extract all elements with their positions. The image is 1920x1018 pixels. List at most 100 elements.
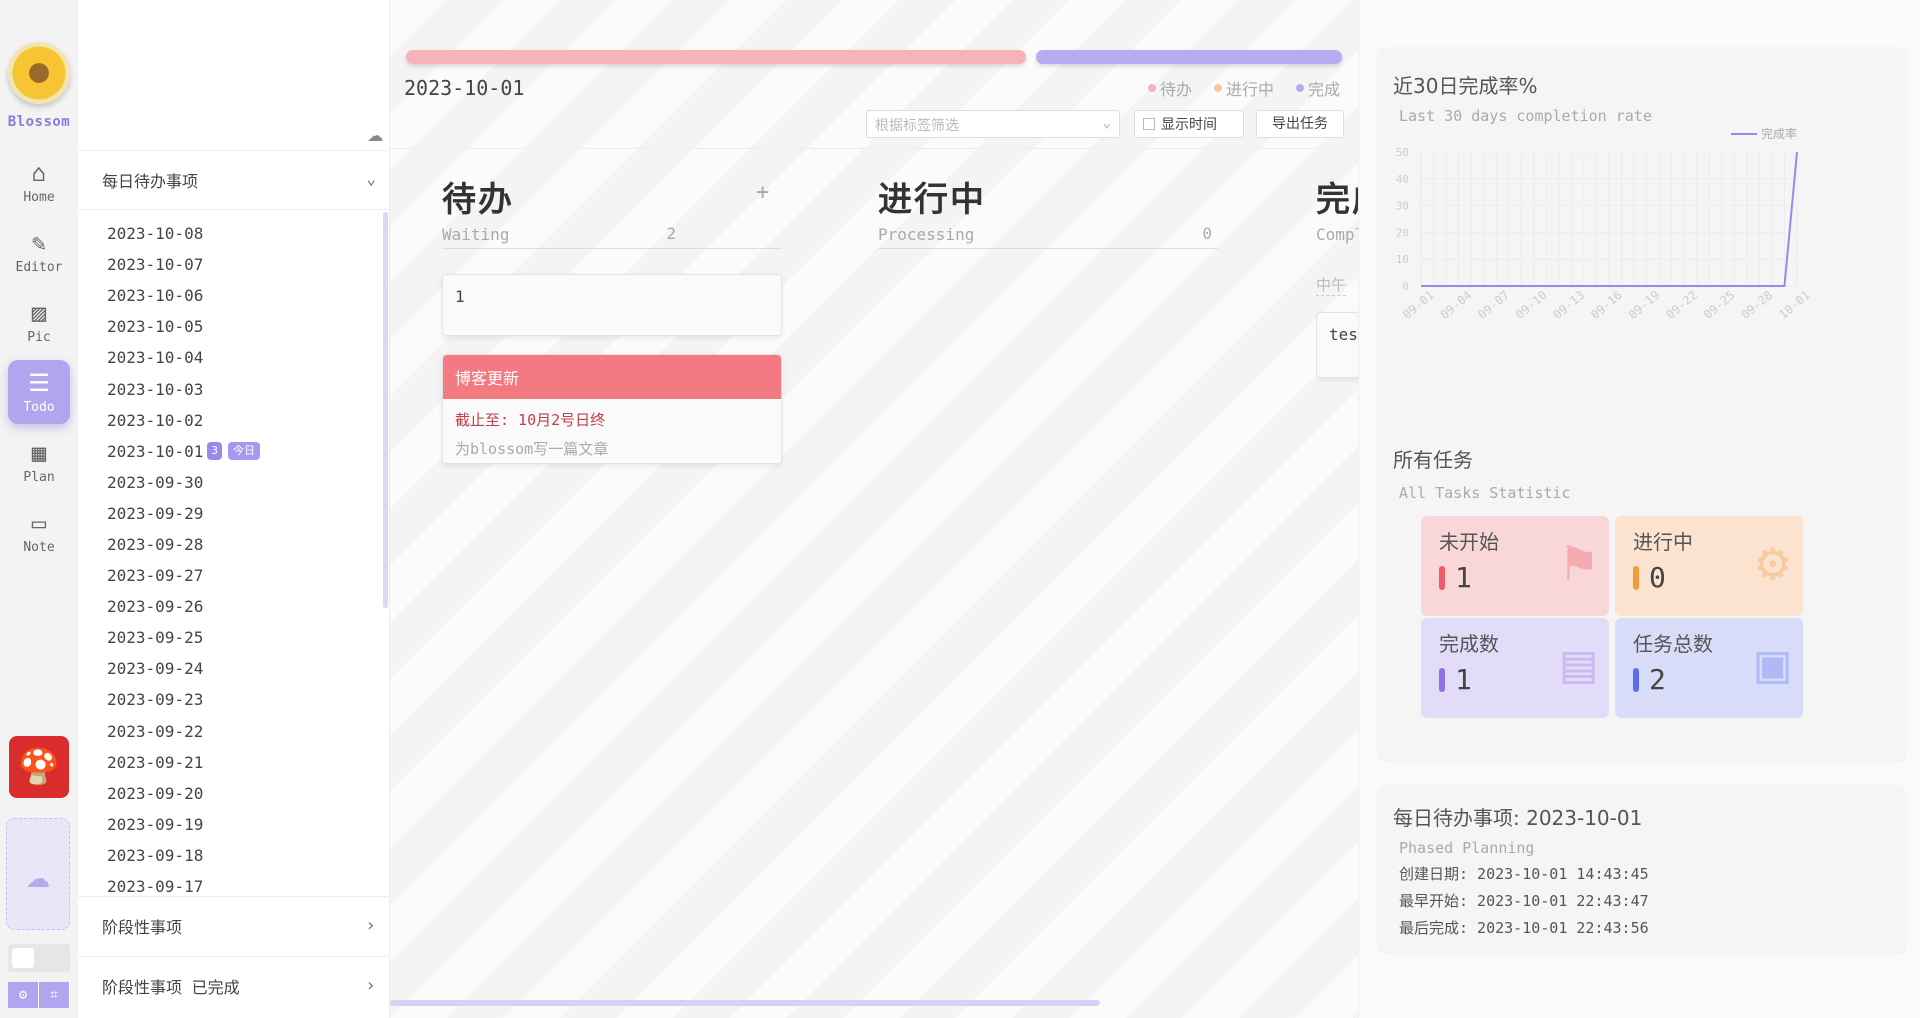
show-time-checkbox[interactable]: 显示时间 xyxy=(1134,110,1244,138)
today-badge: 今日 xyxy=(227,442,260,461)
nav-item-label: Note xyxy=(23,539,55,555)
column-divider xyxy=(878,248,1218,249)
legend-dot xyxy=(1147,84,1156,92)
date-list-item[interactable]: 2023-09-26 xyxy=(78,591,390,622)
x-tick-label: 09-25 xyxy=(1701,288,1738,322)
upload-area[interactable]: ☁ xyxy=(6,818,70,930)
date-label: 2023-09-26 xyxy=(107,597,204,617)
task-deadline: 截止至: 10月2号日终 xyxy=(455,411,606,429)
date-label: 2023-10-05 xyxy=(107,317,204,337)
logo[interactable] xyxy=(8,42,70,104)
crop-button[interactable]: ⌗ xyxy=(39,982,70,1008)
plan-info-title: 每日待办事项: 2023-10-01 xyxy=(1393,806,1643,830)
chevron-right-icon: › xyxy=(365,975,376,996)
gears-icon: ⚙ xyxy=(1756,530,1789,593)
x-tick-label: 09-16 xyxy=(1588,288,1625,322)
date-list-item[interactable]: 2023-09-17 xyxy=(78,871,390,894)
latest-finish: 最后完成: 2023-10-01 22:43:56 xyxy=(1399,919,1649,937)
settings-button[interactable]: ⚙ xyxy=(8,982,39,1008)
calendar-plus-icon: ▣ xyxy=(1756,632,1789,695)
daily-section-label: 每日待办事项 xyxy=(102,172,199,191)
date-list-item[interactable]: 2023-09-29 xyxy=(78,498,390,529)
y-tick-label: 50 xyxy=(1396,146,1409,159)
x-tick-label: 09-19 xyxy=(1626,288,1663,322)
date-list-item[interactable]: 2023-10-04 xyxy=(78,342,390,373)
date-list-item[interactable]: 2023-09-25 xyxy=(78,622,390,653)
cloud-upload-icon: ☁ xyxy=(25,851,51,897)
nav-item-label: Pic xyxy=(27,329,51,345)
phase-done-section-row[interactable]: 阶段性事项 已完成 › xyxy=(78,956,390,1014)
add-task-button[interactable]: + xyxy=(756,180,769,205)
theme-toggle[interactable] xyxy=(8,944,70,972)
nav-item-pic[interactable]: ▨ Pic xyxy=(8,290,70,354)
nav-item-label: Todo xyxy=(23,399,55,415)
date-list-item[interactable]: 2023-09-24 xyxy=(78,653,390,684)
date-list-scrollbar[interactable] xyxy=(383,212,388,608)
nav-item-editor[interactable]: ✎ Editor xyxy=(8,220,70,284)
date-label: 2023-09-22 xyxy=(107,721,204,741)
stat-card: 未开始 1 ⚑ xyxy=(1421,516,1609,616)
divider xyxy=(390,148,1358,149)
nav-item-todo[interactable]: ☰ Todo xyxy=(8,360,70,424)
date-label: 2023-09-29 xyxy=(107,503,204,523)
date-panel: ☁ 每日待办事项 ⌄ 2023-10-08 2023-10-07 2023-10-0… xyxy=(78,0,390,1018)
task-card[interactable]: 博客更新 截止至: 10月2号日终 为blossom写一篇文章 xyxy=(442,354,782,464)
nav-item-note[interactable]: ▭ Note xyxy=(8,500,70,564)
date-label: 2023-09-23 xyxy=(107,690,204,710)
stat-bar xyxy=(1439,565,1445,590)
date-list-item[interactable]: 2023-09-30 xyxy=(78,467,390,498)
flag-icon: ⚑ xyxy=(1562,530,1595,593)
phase-section-row[interactable]: 阶段性事项 › xyxy=(78,896,390,954)
column-title: 完成 xyxy=(1316,180,1358,220)
date-list-item[interactable]: 2023-09-23 xyxy=(78,684,390,715)
avatar[interactable]: 🍄 xyxy=(9,736,69,798)
done-progress-bar xyxy=(1036,50,1342,64)
task-card[interactable]: 1 xyxy=(442,274,782,336)
date-list-item[interactable]: 2023-09-19 xyxy=(78,809,390,840)
board-horizontal-scrollbar[interactable] xyxy=(390,1000,1100,1006)
date-list-item[interactable]: 2023-09-18 xyxy=(78,840,390,871)
crop-icon: ⌗ xyxy=(50,987,58,1003)
date-label: 2023-09-30 xyxy=(107,472,204,492)
date-list-item[interactable]: 2023-10-08 xyxy=(78,218,390,249)
column-processing-header: 进行中 Processing 0 xyxy=(878,172,1218,244)
stat-value: 0 xyxy=(1649,561,1666,594)
home-icon: ⌂ xyxy=(31,158,47,187)
phase-section-label: 阶段性事项 xyxy=(102,917,183,937)
date-list-item[interactable]: 2023-10-05 xyxy=(78,311,390,342)
date-list-item[interactable]: 2023-10-07 xyxy=(78,249,390,280)
date-list-item[interactable]: 2023-10-02 xyxy=(78,405,390,436)
date-list-item[interactable]: 2023-09-28 xyxy=(78,529,390,560)
date-label: 2023-09-28 xyxy=(107,534,204,554)
column-title: 待办 xyxy=(442,180,514,220)
task-card[interactable]: test xyxy=(1316,312,1358,378)
column-divider xyxy=(442,248,782,249)
x-tick-label: 09-07 xyxy=(1475,288,1512,322)
nav-item-home[interactable]: ⌂ Home xyxy=(8,150,70,214)
y-tick-label: 30 xyxy=(1396,200,1409,213)
date-list-item[interactable]: 2023-10-01 3 今日 xyxy=(78,436,390,467)
nav-item-plan[interactable]: ▦ Plan xyxy=(8,430,70,494)
date-list-item[interactable]: 2023-10-03 xyxy=(78,373,390,404)
date-list-item[interactable]: 2023-10-06 xyxy=(78,280,390,311)
column-completed-header: 完成 Completed xyxy=(1316,172,1358,244)
column-count: 2 xyxy=(666,224,676,243)
x-tick-label: 09-10 xyxy=(1513,288,1550,322)
all-tasks-title: 所有任务 xyxy=(1393,448,1473,472)
calendar-check-icon: ▤ xyxy=(1562,632,1595,695)
gear-icon: ⚙ xyxy=(18,987,28,1003)
date-label: 2023-09-18 xyxy=(107,845,204,865)
pen-icon: ✎ xyxy=(31,228,47,257)
chevron-down-icon: ⌄ xyxy=(366,169,376,188)
date-list-item[interactable]: 2023-09-20 xyxy=(78,778,390,809)
date-list-item[interactable]: 2023-09-27 xyxy=(78,560,390,591)
tag-filter-select[interactable]: 根据标签筛选 ⌄ xyxy=(866,110,1120,138)
task-title: test xyxy=(1329,325,1358,344)
daily-section-header[interactable]: 每日待办事项 ⌄ xyxy=(78,150,390,210)
stat-bar xyxy=(1439,667,1445,692)
date-list-item[interactable]: 2023-09-21 xyxy=(78,747,390,778)
date-list-item[interactable]: 2023-09-22 xyxy=(78,716,390,747)
column-subtitle: Processing xyxy=(878,225,975,244)
cloud-sync-icon[interactable]: ☁ xyxy=(367,118,383,148)
stat-card: 进行中 0 ⚙ xyxy=(1615,516,1803,616)
